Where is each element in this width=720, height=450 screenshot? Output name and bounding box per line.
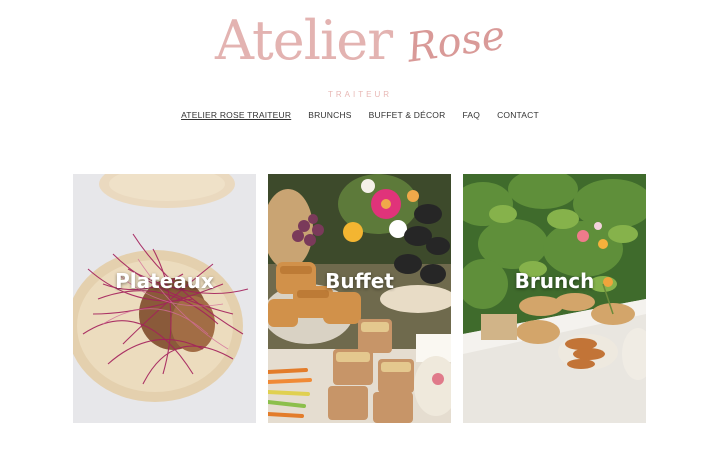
nav-item-brunchs[interactable]: BRUNCHS [308,110,351,120]
card-plateaux[interactable]: Plateaux [73,174,256,423]
logo-wordmark: Atelier [215,9,393,72]
logo-script-word: Rose [404,12,509,72]
card-title: Plateaux [115,269,214,293]
nav-item-faq[interactable]: FAQ [462,110,480,120]
main-navigation: ATELIER ROSE TRAITEUR BRUNCHS BUFFET & D… [0,110,720,120]
buffet-photo [268,174,451,423]
category-cards: Plateaux Buffet Brunch [73,174,647,423]
card-brunch[interactable]: Brunch [463,174,646,423]
brunch-photo [463,174,646,423]
nav-item-buffet-decor[interactable]: BUFFET & DÉCOR [369,110,446,120]
nav-item-atelier-rose-traiteur[interactable]: ATELIER ROSE TRAITEUR [181,110,291,120]
plateaux-photo [73,174,256,423]
nav-item-contact[interactable]: CONTACT [497,110,539,120]
card-title: Buffet [325,269,394,293]
card-buffet[interactable]: Buffet [268,174,451,423]
logo-tagline: TRAITEUR [328,90,392,99]
brand-logo[interactable]: Atelier Rose TRAITEUR [0,0,720,105]
card-title: Brunch [514,269,595,293]
